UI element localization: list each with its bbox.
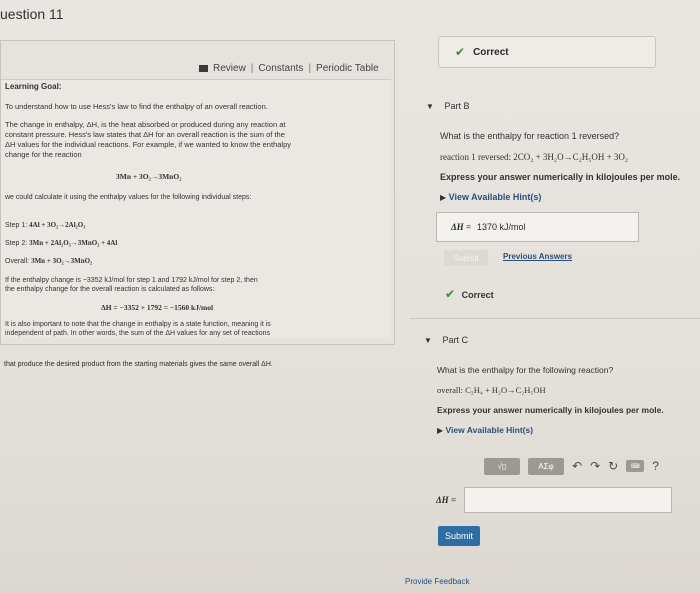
- templates-button[interactable]: √▯: [484, 457, 520, 475]
- part-b-question: What is the enthalpy for reaction 1 reve…: [440, 131, 620, 141]
- question-title: uestion 11: [0, 6, 64, 22]
- view-hints-link[interactable]: View Available Hint(s): [446, 425, 534, 435]
- step1-label: Step 1:: [5, 222, 28, 229]
- goal-content: Learning Goal: To understand how to use …: [1, 79, 391, 337]
- part-b-correct-text: Correct: [461, 290, 494, 300]
- if-line: the enthalpy change for the overall reac…: [5, 286, 215, 293]
- goal-we-could: we could calculate it using the enthalpy…: [5, 194, 252, 201]
- overall-row: Overall: 3Mn + 3O₂→3MnO₂: [5, 256, 92, 267]
- step2-row: Step 2: 3Mn + 2Al₂O₃→3MnO₂ + 4Al: [5, 238, 117, 249]
- step1-row: Step 1: 4Al + 3O₂→2Al₂O₃: [5, 220, 85, 231]
- part-b-express: Express your answer numerically in kiloj…: [440, 172, 681, 182]
- part-c-label: Part C: [442, 335, 468, 345]
- resource-toolbar: Review | Constants | Periodic Table: [199, 63, 379, 74]
- state-function-line: that produce the desired product from th…: [4, 361, 273, 368]
- page: uestion 11 Review | Constants | Periodic…: [0, 0, 700, 593]
- part-c-question: What is the enthalpy for the following r…: [437, 365, 614, 375]
- part-b-hints[interactable]: ▶ View Available Hint(s): [440, 192, 541, 202]
- goal-paragraph-line: constant pressure. Hess's law states tha…: [5, 130, 285, 139]
- checkmark-icon: ✔: [455, 45, 466, 59]
- overall-label: Overall:: [5, 258, 30, 265]
- undo-icon[interactable]: ↶: [572, 459, 582, 473]
- part-b-submit-button[interactable]: Submit: [444, 250, 488, 266]
- part-c-answer-row: ΔH =: [436, 487, 692, 513]
- delta-h-label: ΔH =: [451, 222, 472, 232]
- greek-symbols-button[interactable]: ΑΣφ: [528, 457, 564, 475]
- calculation: ΔH = −3352 + 1792 = −1560 kJ/mol: [101, 303, 214, 312]
- periodic-table-link[interactable]: Periodic Table: [316, 63, 379, 74]
- caret-down-icon: ▼: [426, 102, 434, 111]
- math-toolbar: √▯ ΑΣφ ↶ ↷ ↻ ⌨ ?: [484, 456, 690, 476]
- goal-intro: To understand how to use Hess's law to f…: [5, 102, 268, 111]
- view-hints-link[interactable]: View Available Hint(s): [449, 192, 542, 202]
- correct-banner: ✔ Correct: [438, 36, 656, 68]
- goal-paragraph-line: ΔH values for the individual reactions. …: [5, 140, 291, 149]
- part-c-header[interactable]: ▼ Part C: [424, 335, 468, 345]
- constants-link[interactable]: Constants: [258, 63, 303, 74]
- part-c-reaction: overall: C₂H₄ + H₂O→C₂H₅OH: [437, 385, 546, 395]
- part-b-header[interactable]: ▼ Part B: [426, 101, 469, 111]
- learning-goal-panel: Review | Constants | Periodic Table Lear…: [0, 40, 395, 345]
- review-link[interactable]: Review: [213, 63, 246, 74]
- help-icon[interactable]: ?: [652, 459, 659, 473]
- goal-paragraph-line: The change in enthalpy, ΔH, is the heat …: [5, 120, 286, 129]
- part-c-submit-button[interactable]: Submit: [438, 526, 480, 546]
- checkmark-icon: ✔: [445, 287, 456, 301]
- overall-equation: 3Mn + 3O₂→3MnO₂: [31, 257, 93, 265]
- part-b-reaction: reaction 1 reversed: 2CO₂ + 3H₂O→C₂H₅OH …: [440, 152, 629, 162]
- part-c-hints[interactable]: ▶ View Available Hint(s): [437, 425, 533, 435]
- review-icon: [199, 65, 208, 72]
- keyboard-icon[interactable]: ⌨: [626, 460, 645, 472]
- provide-feedback-link[interactable]: Provide Feedback: [405, 577, 469, 586]
- step2-label: Step 2:: [5, 240, 28, 247]
- example-reaction: 3Mn + 3O₂→3MnO₂: [116, 172, 182, 181]
- caret-right-icon: ▶: [437, 426, 444, 435]
- reset-icon[interactable]: ↻: [608, 459, 618, 473]
- divider: [410, 318, 700, 319]
- part-b-answer-value: 1370 kJ/mol: [477, 222, 526, 232]
- correct-text: Correct: [473, 46, 509, 58]
- goal-paragraph-line: change for the reaction: [5, 150, 82, 159]
- toolbar-separator: |: [308, 63, 312, 74]
- part-b-label: Part B: [444, 101, 470, 111]
- delta-h-label: ΔH =: [436, 495, 457, 505]
- step1-equation: 4Al + 3O₂→2Al₂O₃: [29, 221, 86, 229]
- part-c-express: Express your answer numerically in kiloj…: [437, 405, 664, 415]
- part-c-answer-input[interactable]: [464, 487, 673, 513]
- part-b-answer-box: ΔH = 1370 kJ/mol: [436, 212, 639, 242]
- part-b-correct: ✔ Correct: [445, 287, 494, 301]
- step2-equation: 3Mn + 2Al₂O₃→3MnO₂ + 4Al: [29, 239, 118, 247]
- state-function-line: independent of path. In other words, the…: [5, 330, 270, 337]
- caret-right-icon: ▶: [440, 193, 447, 202]
- previous-answers-link[interactable]: Previous Answers: [503, 252, 572, 261]
- toolbar-separator: |: [250, 63, 254, 74]
- redo-icon[interactable]: ↷: [590, 459, 600, 473]
- goal-heading: Learning Goal:: [5, 82, 62, 91]
- caret-down-icon: ▼: [424, 336, 432, 345]
